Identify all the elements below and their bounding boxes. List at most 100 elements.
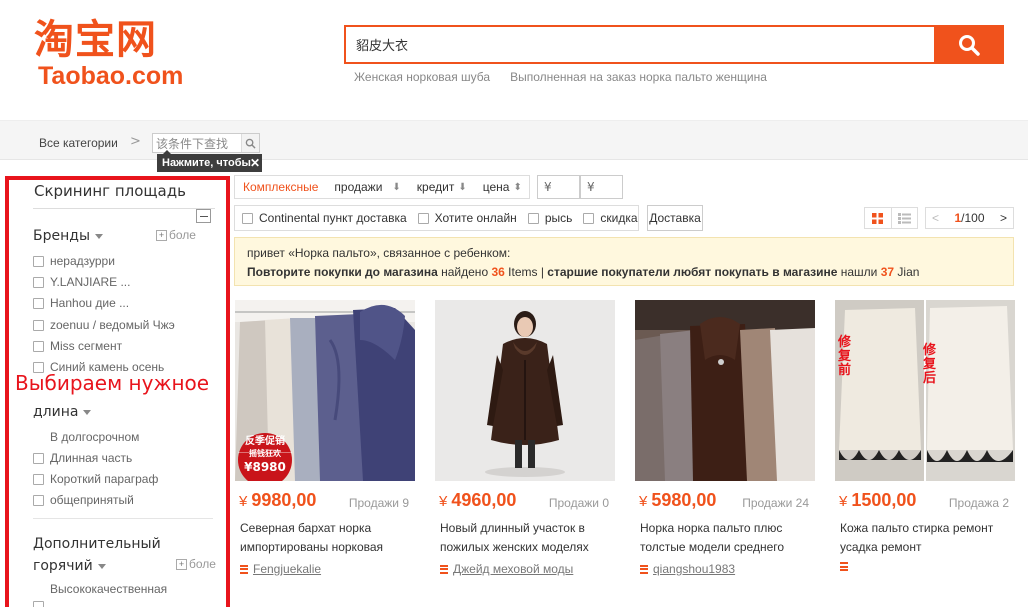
extra-more-link[interactable]: + боле	[176, 557, 216, 571]
checkbox[interactable]	[33, 494, 44, 506]
product-title[interactable]: Норка норка пальто плюс толстые модели с…	[640, 519, 812, 557]
price-value: 1500,00	[851, 490, 917, 510]
category-filter-search-button[interactable]	[241, 134, 259, 152]
checkbox[interactable]	[242, 212, 253, 224]
items-count: 36	[491, 265, 505, 279]
sort-comprehensive[interactable]: Комплексные	[235, 180, 326, 194]
filter-continental-delivery[interactable]: Continental пункт доставка	[235, 211, 411, 225]
arrow-down-icon: ⬇	[392, 181, 401, 193]
sort-credit[interactable]: кредит ⬇	[409, 180, 475, 194]
grid-view-button[interactable]	[865, 208, 892, 228]
extra-group-title[interactable]: Дополнительный	[33, 536, 161, 552]
extra-group-subtitle[interactable]: горячий	[33, 558, 106, 574]
hint-tooltip: Нажмите, чтобы ✕	[157, 154, 262, 172]
product-card[interactable]: 反季促销 摇钱狂欢 ¥8980 ¥9980,00 Продажи 9 Север…	[235, 300, 415, 607]
product-title[interactable]: Кожа пальто стирка ремонт усадка ремонт	[840, 519, 1012, 557]
filter-bar: Continental пункт доставка Хотите онлайн…	[234, 205, 639, 231]
senior-buyers-link[interactable]: старшие покупатели любят покупать в мага…	[547, 265, 837, 279]
badge-line2: 摇钱狂欢	[249, 449, 281, 458]
all-categories-link[interactable]: Все категории	[39, 136, 118, 150]
brands-title-text: Бренды	[33, 228, 90, 244]
collapse-button[interactable]	[196, 209, 211, 223]
product-card[interactable]: ¥4960,00 Продажи 0 Новый длинный участок…	[435, 300, 615, 607]
suggestion-link[interactable]: Выполненная на заказ норка пальто женщин…	[510, 70, 767, 84]
option-label: В долгосрочном	[50, 430, 140, 444]
brands-group-title[interactable]: Бренды	[33, 228, 103, 244]
checkbox[interactable]	[33, 255, 44, 267]
search-button[interactable]	[934, 25, 1004, 64]
extra-option[interactable]	[33, 601, 50, 607]
product-image[interactable]: 修复前 修复后	[835, 300, 1015, 481]
taobao-logo[interactable]: 淘宝网 Taobao.com	[34, 18, 194, 90]
shop-name[interactable]: Fengjuekalie	[253, 562, 321, 576]
checkbox[interactable]	[33, 452, 44, 464]
view-toggle	[864, 207, 918, 229]
caret-down-icon	[83, 409, 92, 415]
product-title[interactable]: Новый длинный участок в пожилых женских …	[440, 519, 612, 557]
search-input[interactable]	[346, 27, 936, 62]
product-image[interactable]: 反季促销 摇钱狂欢 ¥8980	[235, 300, 415, 481]
repeat-purchase-link[interactable]: Повторите покупки до магазина	[247, 265, 438, 279]
checkbox[interactable]	[527, 212, 539, 224]
search-icon	[959, 34, 980, 56]
next-page-button[interactable]: >	[1000, 211, 1007, 225]
length-option[interactable]: общепринятый	[33, 493, 134, 507]
checkbox[interactable]	[33, 319, 44, 331]
filter-lynx[interactable]: рысь	[521, 211, 577, 225]
product-image[interactable]	[435, 300, 615, 481]
checkbox[interactable]	[33, 297, 44, 309]
checkbox[interactable]	[33, 276, 44, 288]
prev-page-button[interactable]: <	[932, 211, 939, 225]
shop-name[interactable]: qiangshou1983	[653, 562, 735, 576]
sort-price-label: цена	[482, 180, 510, 194]
page-indicator: 1/100	[954, 211, 984, 225]
brand-option[interactable]: zoenuu / ведомый Чжэ	[33, 318, 175, 332]
product-image[interactable]	[635, 300, 815, 481]
shop-name[interactable]: Джейд меховой моды	[453, 562, 573, 576]
brands-more-link[interactable]: + боле	[156, 228, 196, 242]
brand-option[interactable]: Y.LANJIARE ...	[33, 275, 130, 289]
divider	[33, 208, 215, 209]
product-price: ¥1500,00	[839, 490, 916, 511]
product-title[interactable]: Северная бархат норка импортированы норк…	[240, 519, 412, 557]
sort-sales[interactable]: продажи ⬇	[326, 180, 408, 194]
price-min-input[interactable]: ¥	[537, 175, 580, 199]
brand-option[interactable]: Hanhou дие ...	[33, 296, 129, 310]
price-max-input[interactable]: ¥	[580, 175, 623, 199]
shop-link[interactable]: Fengjuekalie	[240, 562, 321, 576]
search-box	[344, 25, 1004, 64]
product-card[interactable]: 修复前 修复后 ¥1500,00 Продажа 2 Кожа пальто с…	[835, 300, 1015, 607]
product-price: ¥9980,00	[239, 490, 316, 511]
sort-price[interactable]: цена ⬍	[475, 180, 530, 194]
notice-line1: привет «Норка пальто», связанное с ребен…	[247, 246, 511, 260]
brand-option[interactable]: Miss сегмент	[33, 339, 122, 353]
header: 淘宝网 Taobao.com Женская норковая шуба Вып…	[0, 0, 1028, 118]
shop-link[interactable]	[840, 562, 853, 571]
checkbox[interactable]	[417, 212, 429, 224]
filter-online[interactable]: Хотите онлайн	[411, 211, 521, 225]
badge-line1: 反季促销	[245, 436, 285, 447]
extra-option[interactable]: Высококачественная	[33, 582, 167, 596]
length-group-title[interactable]: длина	[33, 404, 92, 420]
filter-sidebar: Скрининг площадь Бренды + боле нерадзурри…	[5, 176, 230, 607]
checkbox[interactable]	[583, 212, 595, 224]
length-option[interactable]: В долгосрочном	[33, 430, 139, 444]
close-icon[interactable]: ✕	[250, 154, 260, 172]
length-option[interactable]: Длинная часть	[33, 451, 132, 465]
mini-pager: < 1/100 >	[925, 207, 1014, 229]
list-view-button[interactable]	[892, 208, 918, 228]
logo-chinese-text: 淘宝网	[34, 17, 157, 63]
checkbox[interactable]	[33, 340, 44, 352]
minus-icon	[199, 215, 208, 217]
shop-icon	[440, 564, 448, 574]
suggestion-link[interactable]: Женская норковая шуба	[354, 70, 490, 84]
filter-discount[interactable]: скидка	[576, 211, 641, 225]
checkbox[interactable]	[33, 601, 44, 607]
delivery-dropdown[interactable]: Доставка	[647, 205, 703, 231]
brand-option[interactable]: нерадзурри	[33, 254, 115, 268]
shop-link[interactable]: Джейд меховой моды	[440, 562, 573, 576]
shop-link[interactable]: qiangshou1983	[640, 562, 735, 576]
checkbox[interactable]	[33, 473, 44, 485]
product-card[interactable]: ¥5980,00 Продажи 24 Норка норка пальто п…	[635, 300, 815, 607]
length-option[interactable]: Короткий параграф	[33, 472, 158, 486]
